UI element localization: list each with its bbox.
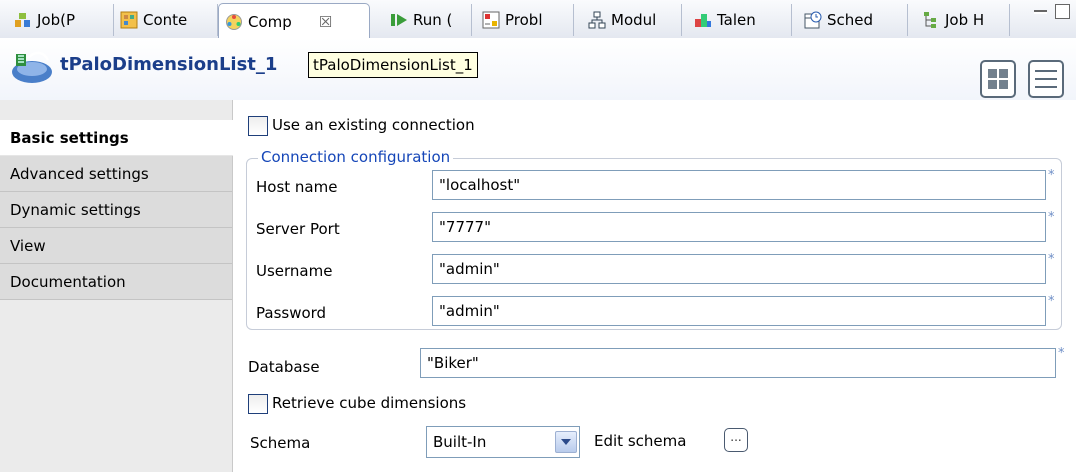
component-title: tPaloDimensionList_1: [60, 54, 278, 75]
tab-label: Job(P: [37, 11, 76, 29]
host-name-field[interactable]: "localhost": [432, 170, 1046, 200]
schema-select-value: Built-In: [433, 433, 487, 451]
tab-contexts[interactable]: Conte: [114, 4, 218, 36]
minimize-icon[interactable]: [1034, 10, 1047, 14]
sidebar-item-documentation[interactable]: Documentation: [0, 264, 232, 300]
tab-talend[interactable]: Talen: [688, 4, 792, 36]
tab-problems[interactable]: Probl: [476, 4, 574, 36]
editor-tab-bar: Job(P Conte Comp ☒ Run ( Probl Modul Tal…: [0, 0, 1076, 39]
context-icon: [120, 11, 138, 29]
scheduler-icon: [804, 11, 822, 29]
connection-configuration-legend: Connection configuration: [258, 148, 454, 166]
modules-icon: [588, 11, 606, 29]
use-existing-connection-checkbox[interactable]: [248, 116, 268, 136]
tab-label: Modul: [611, 11, 657, 29]
required-marker: *: [1048, 210, 1055, 225]
tab-job-hierarchy[interactable]: Job H: [912, 4, 1010, 36]
sidebar-item-dynamic-settings[interactable]: Dynamic settings: [0, 192, 232, 228]
username-label: Username: [256, 262, 333, 280]
host-name-label: Host name: [256, 178, 338, 196]
username-field[interactable]: "admin": [432, 254, 1046, 284]
server-port-field[interactable]: "7777": [432, 212, 1046, 242]
tab-label: Sched: [827, 11, 874, 29]
edit-schema-button[interactable]: ...: [724, 428, 748, 452]
tab-label: Comp: [248, 12, 292, 31]
edit-schema-label: Edit schema: [594, 432, 687, 450]
tab-scheduler[interactable]: Sched: [798, 4, 908, 36]
sidebar-item-advanced-settings[interactable]: Advanced settings: [0, 156, 232, 192]
talend-icon: [694, 11, 712, 29]
tab-label: Talen: [717, 11, 756, 29]
job-hierarchy-icon: [922, 11, 940, 29]
password-field[interactable]: "admin": [432, 296, 1046, 326]
tab-label: Run (: [413, 11, 453, 29]
component-name-tooltip: tPaloDimensionList_1: [308, 52, 478, 78]
sidebar-item-basic-settings[interactable]: Basic settings: [0, 120, 233, 156]
tab-component[interactable]: Comp ☒: [218, 3, 370, 39]
required-marker: *: [1048, 294, 1055, 309]
required-marker: *: [1058, 346, 1065, 361]
maximize-icon[interactable]: [1055, 4, 1070, 19]
close-icon[interactable]: ☒: [319, 13, 332, 31]
database-label: Database: [248, 358, 320, 376]
window-controls: [1034, 4, 1070, 19]
retrieve-cube-dimensions-label: Retrieve cube dimensions: [272, 394, 467, 412]
database-field[interactable]: "Biker": [420, 348, 1056, 378]
required-marker: *: [1048, 252, 1055, 267]
tab-modules[interactable]: Modul: [582, 4, 682, 36]
tab-job[interactable]: Job(P: [8, 4, 114, 36]
sidebar-item-view[interactable]: View: [0, 228, 232, 264]
problems-icon: [482, 11, 500, 29]
settings-sidebar: Basic settings Advanced settings Dynamic…: [0, 100, 233, 472]
schema-select[interactable]: Built-In: [426, 426, 580, 458]
component-header: tPaloDimensionList_1: [0, 38, 1076, 100]
row-layout-button[interactable]: [1028, 60, 1064, 98]
tab-run[interactable]: Run (: [376, 4, 472, 36]
chevron-down-icon[interactable]: [555, 431, 577, 453]
grid-layout-button[interactable]: [980, 60, 1016, 98]
schema-label: Schema: [250, 434, 311, 452]
component-icon: [225, 13, 243, 31]
run-icon: [390, 11, 408, 29]
row-layout-icon: [1035, 70, 1057, 88]
server-port-label: Server Port: [256, 220, 340, 238]
use-existing-connection-label: Use an existing connection: [272, 116, 475, 134]
tab-label: Probl: [505, 11, 543, 29]
palo-dimension-icon: [12, 51, 52, 83]
required-marker: *: [1048, 168, 1055, 183]
job-icon: [14, 11, 32, 29]
tab-label: Conte: [143, 11, 188, 29]
password-label: Password: [256, 304, 327, 322]
grid-layout-icon: [988, 69, 1008, 89]
tab-label: Job H: [945, 11, 985, 29]
retrieve-cube-dimensions-checkbox[interactable]: [248, 394, 268, 414]
